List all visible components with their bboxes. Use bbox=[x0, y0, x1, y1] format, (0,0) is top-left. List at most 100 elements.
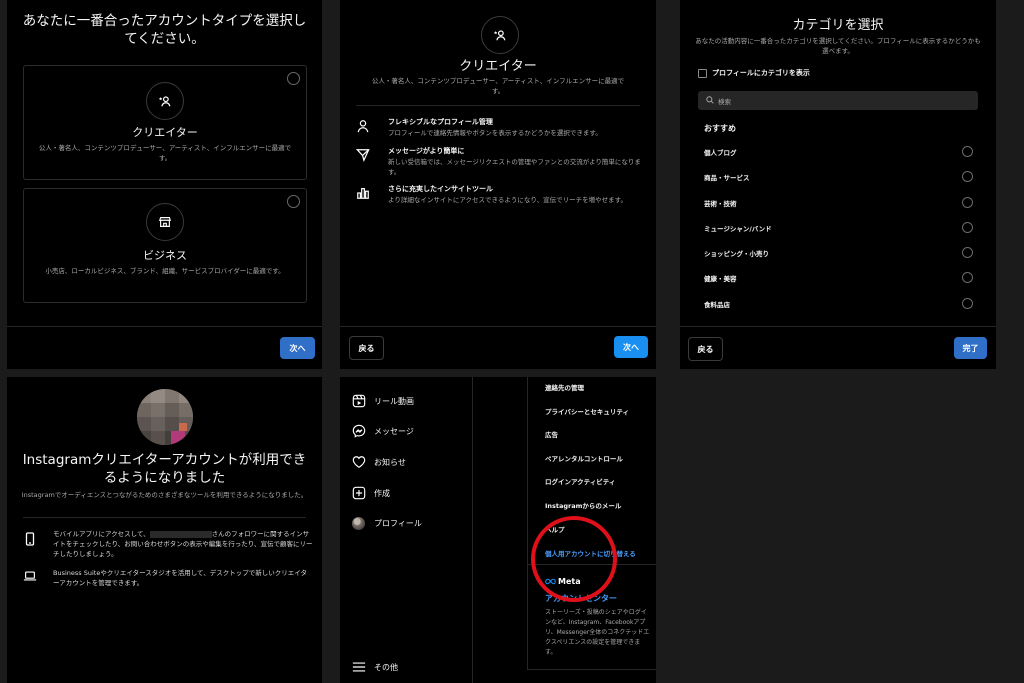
show-category-row[interactable]: プロフィールにカテゴリを表示 bbox=[698, 68, 898, 80]
nav-item-messages[interactable]: メッセージ bbox=[352, 424, 470, 440]
panel-title: クリエイター bbox=[459, 59, 537, 74]
feature-title: さらに充実したインサイトツール bbox=[388, 185, 493, 193]
send-icon bbox=[356, 148, 370, 162]
sidebar: リール動画 メッセージ お知らせ 作成 プロフィール その他 bbox=[340, 377, 473, 683]
category-radio[interactable] bbox=[962, 146, 973, 157]
business-option[interactable]: ビジネス 小売店、ローカルビジネス、ブランド、組織、サービスプロバイダーに最適で… bbox=[23, 188, 307, 303]
show-category-label: プロフィールにカテゴリを表示 bbox=[712, 69, 810, 77]
category-list: 個人ブログ商品・サービス 芸術・技術ミュージシャン/バンド ショッピング・小売り 健康… bbox=[704, 141, 978, 318]
info-text: モバイルアプリにアクセスして、 さんのフォロワーに関するインサイトをチェックしたり… bbox=[53, 530, 313, 558]
category-row[interactable]: ミュージシャン/バンド bbox=[704, 217, 978, 242]
category-row[interactable]: 健康・美容 bbox=[704, 267, 978, 292]
category-row[interactable]: ショッピング・小売り bbox=[704, 242, 978, 267]
done-button[interactable]: 完了 bbox=[954, 337, 987, 359]
category-label: ミュージシャン/バンド bbox=[704, 224, 772, 233]
nav-label: リール動画 bbox=[374, 397, 414, 406]
category-radio[interactable] bbox=[962, 297, 973, 309]
settings-menu-item[interactable]: ログインアクティビティ bbox=[545, 476, 655, 500]
category-radio[interactable] bbox=[962, 171, 973, 183]
accounts-center-desc: ストーリーズ・投稿のシェアやログインなど、Instagram、Facebookア… bbox=[545, 609, 650, 656]
business-radio[interactable] bbox=[287, 195, 300, 208]
avatar bbox=[137, 389, 193, 445]
nav-item-more[interactable]: その他 bbox=[352, 660, 470, 676]
feature-row: メッセージがより簡単に 新しい受信箱では、メッセージリクエストの管理やファンとの… bbox=[356, 146, 646, 182]
category-label: 個人ブログ bbox=[704, 149, 737, 157]
redacted-username bbox=[149, 530, 212, 538]
feature-row: さらに充実したインサイトツール より詳細なインサイトにアクセスできるようになり、… bbox=[356, 184, 646, 220]
settings-menu-item[interactable]: ペアレンタルコントロール bbox=[545, 453, 655, 477]
feature-row: フレキシブルなプロフィール管理 プロフィールで連絡先情報やボタンを表示するかどう… bbox=[356, 117, 646, 147]
nav-label: お知らせ bbox=[374, 458, 406, 467]
feature-title: フレキシブルなプロフィール管理 bbox=[388, 118, 493, 126]
category-radio[interactable] bbox=[962, 196, 973, 208]
category-radio[interactable] bbox=[962, 272, 973, 284]
info-text: Business Suiteやクリエイタースタジオを活用して、デスクトップで新し… bbox=[53, 569, 307, 587]
plus-square-icon bbox=[352, 486, 366, 500]
divider bbox=[356, 105, 640, 106]
nav-item-reels[interactable]: リール動画 bbox=[352, 394, 470, 410]
creator-label: クリエイター bbox=[132, 126, 198, 139]
nav-label: 作成 bbox=[374, 489, 390, 498]
creator-option[interactable]: クリエイター 公人・著名人、コンテンツプロデューサー、アーティスト、インフルエン… bbox=[23, 65, 307, 180]
show-category-checkbox[interactable] bbox=[698, 69, 707, 78]
settings-menu-item[interactable]: 連絡先の管理 bbox=[545, 382, 655, 406]
category-radio[interactable] bbox=[962, 247, 973, 259]
settings-menu-item[interactable]: 広告 bbox=[545, 429, 655, 453]
search-input[interactable]: 検索 bbox=[698, 91, 978, 110]
feature-title: メッセージがより簡単に bbox=[388, 147, 465, 155]
panel-title: Instagramクリエイターアカウントが利用できるようになりました bbox=[22, 452, 307, 486]
panel-title: カテゴリを選択 bbox=[792, 18, 884, 33]
category-row[interactable]: 芸術・技術 bbox=[704, 192, 978, 217]
recommended-heading: おすすめ bbox=[704, 124, 736, 133]
panel-footer bbox=[340, 326, 656, 369]
next-button[interactable]: 次へ bbox=[614, 336, 648, 358]
category-label: 健康・美容 bbox=[704, 275, 737, 284]
creator-icon bbox=[481, 16, 519, 54]
creator-desc: 公人・著名人、コンテンツプロデューサー、アーティスト、インフルエンサーに最適です… bbox=[38, 144, 292, 162]
nav-item-notifications[interactable]: お知らせ bbox=[352, 455, 470, 471]
category-label: 商品・サービス bbox=[704, 174, 750, 183]
settings-menu-item[interactable]: プライバシーとセキュリティ bbox=[545, 406, 655, 430]
sidebar-settings-panel: リール動画 メッセージ お知らせ 作成 プロフィール その他 連絡先の管理 プラ… bbox=[340, 377, 656, 683]
nav-label: メッセージ bbox=[374, 427, 414, 436]
category-radio[interactable] bbox=[962, 221, 973, 233]
laptop-icon bbox=[23, 570, 37, 582]
creator-icon bbox=[146, 82, 184, 120]
highlight-annotation-circle bbox=[531, 516, 617, 602]
category-row[interactable]: 食料品店 bbox=[704, 293, 978, 318]
panel-subtitle: Instagramでオーディエンスとつながるためのさまざまなツールを利用できるよ… bbox=[21, 491, 308, 499]
back-button[interactable]: 戻る bbox=[349, 336, 384, 360]
chart-icon bbox=[356, 186, 370, 200]
panel-footer bbox=[680, 326, 996, 369]
category-row[interactable]: 商品・サービス bbox=[704, 166, 978, 191]
feature-desc: プロフィールで連絡先情報やボタンを表示するかどうかを選択できます。 bbox=[388, 129, 602, 137]
search-placeholder: 検索 bbox=[718, 98, 731, 106]
category-panel: カテゴリを選択 あなたの活動内容に一番合ったカテゴリを選択してください。プロフィ… bbox=[680, 0, 996, 369]
reels-icon bbox=[352, 394, 366, 408]
next-button[interactable]: 次へ bbox=[280, 337, 315, 359]
nav-item-profile[interactable]: プロフィール bbox=[352, 516, 470, 532]
nav-item-create[interactable]: 作成 bbox=[352, 486, 470, 502]
creator-radio[interactable] bbox=[287, 72, 300, 85]
info-item: モバイルアプリにアクセスして、 さんのフォロワーに関するインサイトをチェックしたり… bbox=[23, 529, 313, 569]
heart-icon bbox=[352, 455, 366, 469]
panel-footer bbox=[7, 326, 322, 369]
creator-ready-panel: Instagramクリエイターアカウントが利用できるようになりました Insta… bbox=[7, 377, 322, 683]
category-label: 芸術・技術 bbox=[704, 199, 737, 208]
feature-desc: より詳細なインサイトにアクセスできるようになり、宣伝でリーチを増やせます。 bbox=[388, 196, 628, 204]
back-button[interactable]: 戻る bbox=[688, 337, 723, 361]
info-item: Business Suiteやクリエイタースタジオを活用して、デスクトップで新し… bbox=[23, 568, 313, 598]
category-label: 食料品店 bbox=[704, 300, 730, 309]
menu-icon bbox=[352, 661, 366, 673]
panel-subtitle: あなたの活動内容に一番合ったカテゴリを選択してください。プロフィールに表示するか… bbox=[695, 37, 981, 55]
person-icon bbox=[356, 119, 370, 133]
business-label: ビジネス bbox=[143, 249, 187, 262]
account-type-panel: あなたに一番合ったアカウントタイプを選択してください。 クリエイター 公人・著名… bbox=[7, 0, 322, 369]
messenger-icon bbox=[352, 424, 366, 438]
category-row[interactable]: 個人ブログ bbox=[704, 141, 978, 166]
nav-label: プロフィール bbox=[374, 519, 422, 528]
phone-icon bbox=[25, 532, 35, 546]
category-label: ショッピング・小売り bbox=[704, 250, 769, 259]
shop-icon bbox=[146, 203, 184, 241]
nav-label: その他 bbox=[374, 663, 398, 672]
